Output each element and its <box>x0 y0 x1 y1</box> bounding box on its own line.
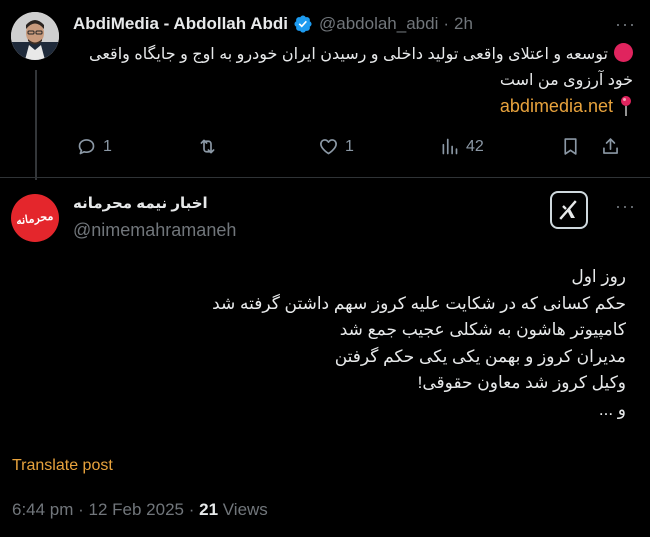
author-name[interactable]: اخبار نیمه محرمانه <box>73 194 208 212</box>
verified-badge-icon <box>294 15 312 33</box>
reply-count: 1 <box>103 137 112 155</box>
retweet-button[interactable] <box>197 136 224 157</box>
tweet-timestamp[interactable]: 6:44 pm · 12 Feb 2025 · <box>12 500 199 519</box>
avatar-logo-text: محرمانه <box>15 208 55 228</box>
views-count: 42 <box>466 137 484 155</box>
tweet-text: توسعه و اعتلای واقعی تولید داخلی و رسیدن… <box>73 42 633 94</box>
tweet-text-line: خود آرزوی من است <box>499 72 633 89</box>
share-button[interactable] <box>600 136 621 157</box>
reply-button[interactable]: 1 <box>76 136 112 157</box>
tweet-text-line: و ... <box>598 399 626 419</box>
grok-icon <box>559 200 577 220</box>
tweet-link-line: abdimedia.net <box>500 95 633 117</box>
reply-icon <box>78 139 95 155</box>
like-button[interactable]: 1 <box>318 136 354 157</box>
tweet-text-line: کامپیوتر هاشون به شکلی عجیب جمع شد <box>339 320 626 339</box>
separator-dot: · <box>443 14 450 33</box>
bookmark-icon <box>564 138 577 155</box>
more-options-icon[interactable]: ··· <box>615 14 636 35</box>
views-label: Views <box>218 500 268 519</box>
round-pushpin-emoji <box>621 96 631 116</box>
grok-button[interactable] <box>550 191 588 229</box>
more-options-icon[interactable]: ··· <box>615 196 636 217</box>
translate-post-link[interactable]: Translate post <box>12 457 113 475</box>
avatar[interactable]: محرمانه <box>11 194 59 242</box>
tweet-action-bar: 1 1 42 <box>76 136 626 162</box>
tweet-text-line: توسعه و اعتلای واقعی تولید داخلی و رسیدن… <box>89 46 608 63</box>
tweet-header: AbdiMedia - Abdollah Abdi @abdolah_abdi … <box>73 12 473 36</box>
timestamp[interactable]: 2h <box>454 14 473 34</box>
retweet-icon <box>200 139 215 154</box>
reply-context-tweet[interactable]: AbdiMedia - Abdollah Abdi @abdolah_abdi … <box>0 0 650 180</box>
tweet-metadata: 6:44 pm · 12 Feb 2025 · 21 Views <box>12 500 268 520</box>
author-handle[interactable]: @abdolah_abdi <box>319 14 438 34</box>
avatar[interactable] <box>11 12 59 60</box>
tweet-text: روز اول حکم کسانی که در شکایت علیه کروز … <box>12 264 626 423</box>
bar-chart-icon <box>442 138 458 155</box>
author-handle[interactable]: @nimemahramaneh <box>73 220 236 241</box>
tweet-text-line: مدیران کروز و بهمن یکی یکی حکم گرفتن <box>334 346 626 366</box>
views-button[interactable]: 42 <box>439 136 484 157</box>
tweet-text-line: روز اول <box>571 267 626 286</box>
red-circle-emoji <box>614 43 633 62</box>
bookmark-button[interactable] <box>560 136 581 157</box>
tweet-divider <box>0 177 650 178</box>
share-icon <box>603 138 618 154</box>
views-count[interactable]: 21 <box>199 500 218 519</box>
tweet-link[interactable]: abdimedia.net <box>500 96 613 117</box>
tweet-text-line: وکیل کروز شد معاون حقوقی! <box>417 373 626 392</box>
like-count: 1 <box>345 137 354 155</box>
author-name[interactable]: AbdiMedia - Abdollah Abdi <box>73 14 288 34</box>
tweet-text-line: حکم کسانی که در شکایت علیه کروز سهم داشت… <box>212 293 626 313</box>
heart-icon <box>320 139 337 155</box>
